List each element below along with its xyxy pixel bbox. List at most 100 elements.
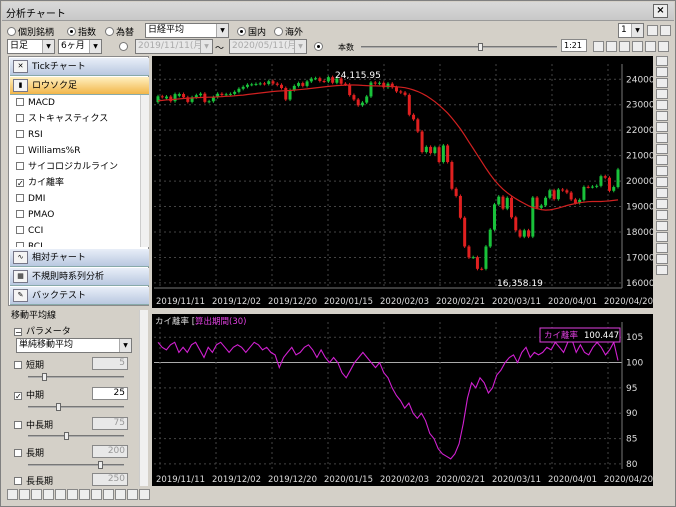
tool-icon[interactable] [656, 265, 668, 275]
tool-icon[interactable] [31, 489, 42, 500]
close-button[interactable]: × [653, 4, 668, 18]
checkbox[interactable]: ✓ [14, 392, 22, 401]
slider-knob[interactable] [64, 432, 69, 440]
fit-icon[interactable] [632, 41, 643, 52]
tool-icon[interactable] [656, 166, 668, 176]
long-slider[interactable] [28, 461, 124, 469]
radio-domestic[interactable]: 国内 [237, 25, 266, 38]
indicator-item[interactable]: RCI [10, 239, 140, 247]
radio-fx[interactable]: 為替 [105, 25, 134, 38]
radio-overseas[interactable]: 海外 [274, 25, 303, 38]
checkbox[interactable]: ✓ [16, 179, 24, 188]
tool-icon[interactable] [656, 111, 668, 121]
checkbox[interactable] [14, 477, 22, 485]
zoom-out-icon[interactable] [606, 41, 617, 52]
indicator-item[interactable]: サイコロジカルライン [10, 159, 140, 175]
tool-icon[interactable] [656, 144, 668, 154]
grid-icon[interactable] [647, 25, 658, 36]
midlong-slider[interactable] [28, 432, 124, 440]
tool-icon[interactable] [103, 489, 114, 500]
slider-knob[interactable] [478, 43, 483, 51]
midlong-input[interactable]: 75 [92, 417, 128, 430]
checkbox[interactable] [16, 210, 24, 218]
mid-slider[interactable] [28, 403, 124, 411]
tool-icon[interactable] [91, 489, 102, 500]
checkbox[interactable] [16, 130, 24, 138]
tool-icon[interactable] [127, 489, 138, 500]
expand-icon[interactable] [645, 41, 656, 52]
zoom-in-icon[interactable] [593, 41, 604, 52]
checkbox[interactable] [16, 242, 24, 247]
date-range-radio[interactable] [119, 42, 128, 51]
tool-icon[interactable] [656, 177, 668, 187]
tool-icon[interactable] [656, 100, 668, 110]
tool-icon[interactable] [656, 122, 668, 132]
long-input[interactable]: 200 [92, 445, 128, 458]
ma-type-select[interactable]: 単純移動平均 [16, 338, 132, 353]
tool-icon[interactable] [656, 188, 668, 198]
tool-icon[interactable] [55, 489, 66, 500]
param-section[interactable]: − パラメータ [14, 324, 71, 337]
tool-icon[interactable] [115, 489, 126, 500]
checkbox[interactable] [16, 98, 24, 106]
close-small-icon[interactable] [660, 25, 671, 36]
period-type-select[interactable]: 日足 [7, 39, 55, 54]
tool-icon[interactable] [656, 254, 668, 264]
index-select[interactable]: 日経平均 [145, 23, 229, 38]
indicator-item[interactable]: MACD [10, 95, 140, 111]
indicator-item[interactable]: PMAO [10, 207, 140, 223]
menu-backtest[interactable]: ✎ バックテスト [10, 287, 149, 305]
radio-index[interactable]: 指数 [67, 25, 96, 38]
indicator-item[interactable]: ストキャスティクス [10, 111, 140, 127]
checkbox[interactable] [16, 162, 24, 170]
oscillator-chart[interactable]: 80 85 90 95 100 105 2019/11/11 2019/12/02 2019/1… [152, 314, 653, 486]
checkbox[interactable] [16, 194, 24, 202]
tool-icon[interactable] [656, 56, 668, 66]
count-radio[interactable] [314, 42, 323, 51]
checkbox[interactable] [14, 361, 22, 369]
slider-knob[interactable] [56, 403, 61, 411]
page-select[interactable]: 1 [618, 23, 644, 38]
tool-icon[interactable] [656, 221, 668, 231]
menu-relative-chart[interactable]: ∿ 相対チャート [10, 249, 149, 267]
zoom-reset-icon[interactable] [619, 41, 630, 52]
checkbox[interactable] [16, 146, 24, 154]
indicator-item[interactable]: ✓ カイ離率 [10, 175, 140, 191]
longlong-input[interactable]: 250 [92, 473, 128, 486]
slider-knob[interactable] [98, 461, 103, 469]
indicator-item[interactable]: RSI [10, 127, 140, 143]
short-slider[interactable] [28, 373, 124, 381]
tool-icon[interactable] [656, 199, 668, 209]
settings-icon[interactable] [658, 41, 669, 52]
tool-icon[interactable] [656, 67, 668, 77]
price-chart[interactable]: 16000 17000 18000 19000 20000 21000 22000 23000… [152, 56, 655, 308]
tool-icon[interactable] [656, 243, 668, 253]
tool-icon[interactable] [7, 489, 18, 500]
tool-icon[interactable] [139, 489, 150, 500]
slider-knob[interactable] [42, 373, 47, 381]
checkbox[interactable] [14, 421, 22, 429]
tool-icon[interactable] [656, 155, 668, 165]
tool-icon[interactable] [43, 489, 54, 500]
mid-input[interactable]: 25 [92, 387, 128, 400]
date-to-select[interactable]: 2020/05/11(月) [229, 39, 307, 54]
tool-icon[interactable] [656, 78, 668, 88]
tool-icon[interactable] [656, 89, 668, 99]
radio-individual[interactable]: 個別銘柄 [7, 25, 54, 38]
param-scrollbar[interactable] [139, 310, 148, 486]
indicator-item[interactable]: DMI [10, 191, 140, 207]
ratio-field[interactable]: 1:21 [561, 39, 587, 52]
indicator-scrollbar[interactable] [140, 95, 149, 247]
menu-candles[interactable]: ▮ ロウソク足 [10, 77, 149, 95]
tool-icon[interactable] [19, 489, 30, 500]
short-input[interactable]: 5 [92, 357, 128, 370]
indicator-item[interactable]: Williams%R [10, 143, 140, 159]
menu-tick-chart[interactable]: ✕ Tickチャート [10, 58, 149, 76]
tool-icon[interactable] [656, 232, 668, 242]
count-slider[interactable] [361, 43, 557, 51]
checkbox[interactable] [16, 114, 24, 122]
checkbox[interactable] [14, 449, 22, 457]
date-from-select[interactable]: 2019/11/11(月) [135, 39, 213, 54]
indicator-item[interactable]: CCI [10, 223, 140, 239]
period-range-select[interactable]: 6ヶ月 [58, 39, 102, 54]
